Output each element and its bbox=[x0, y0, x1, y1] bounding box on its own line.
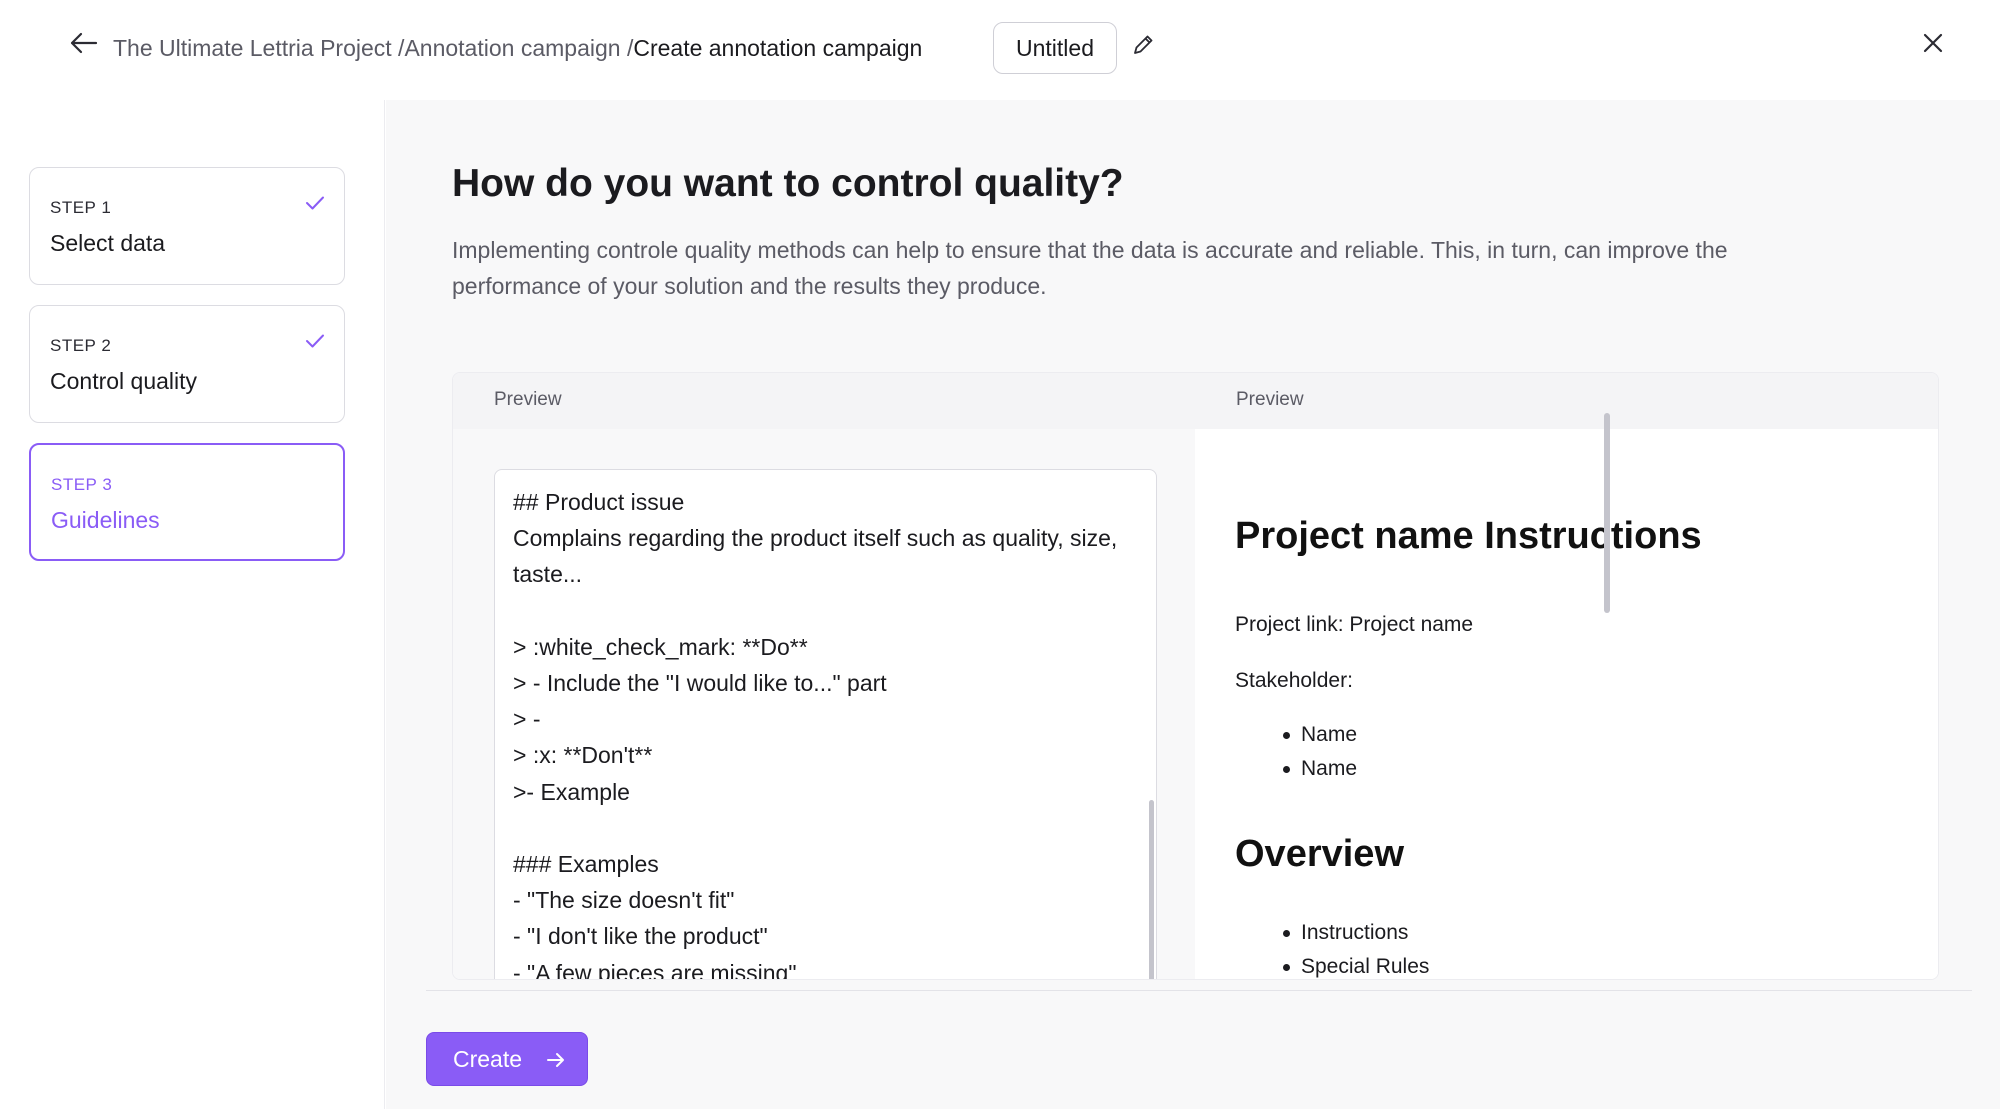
main-content: How do you want to control quality? Impl… bbox=[386, 100, 2000, 1109]
preview-scrollbar[interactable] bbox=[1604, 413, 1610, 613]
list-item: Special Rules bbox=[1235, 953, 1429, 979]
step-number: STEP 3 bbox=[51, 475, 113, 494]
check-icon bbox=[304, 194, 326, 212]
campaign-title[interactable]: Untitled bbox=[993, 22, 1117, 74]
panel-header: Preview Preview bbox=[453, 373, 1938, 429]
create-button[interactable]: Create bbox=[426, 1032, 588, 1086]
step-card-control-quality[interactable]: STEP 2 Control quality bbox=[29, 305, 345, 423]
preview-stakeholder: Stakeholder: bbox=[1235, 669, 1353, 692]
step-label: Guidelines bbox=[51, 507, 160, 533]
preview-overview-heading: Overview bbox=[1235, 833, 1404, 875]
editor-scrollbar[interactable] bbox=[1149, 800, 1154, 979]
preview-header-label: Preview bbox=[1236, 389, 1304, 410]
page-description: Implementing controle quality methods ca… bbox=[452, 237, 1728, 299]
close-icon[interactable] bbox=[1917, 27, 1949, 59]
preview-heading: Project name Instructions bbox=[1235, 515, 1702, 557]
list-item: Instructions bbox=[1235, 919, 1429, 953]
step-card-guidelines[interactable]: STEP 3 Guidelines bbox=[29, 443, 345, 561]
steps-sidebar: STEP 1 Select data STEP 2 Control qualit… bbox=[0, 100, 385, 1109]
breadcrumb-project[interactable]: The Ultimate Lettria Project / bbox=[113, 34, 404, 62]
list-item: Name bbox=[1235, 721, 1357, 755]
stakeholder-list: Name Name bbox=[1235, 721, 1357, 789]
guidelines-editor[interactable]: ## Product issue Complains regarding the… bbox=[494, 469, 1157, 979]
breadcrumb-annotation-campaign[interactable]: Annotation campaign / bbox=[404, 34, 633, 62]
editor-header-label: Preview bbox=[494, 389, 562, 410]
step-card-select-data[interactable]: STEP 1 Select data bbox=[29, 167, 345, 285]
top-bar: The Ultimate Lettria Project / Annotatio… bbox=[0, 0, 2000, 100]
create-button-label: Create bbox=[453, 1045, 523, 1072]
editor-text[interactable]: ## Product issue Complains regarding the… bbox=[513, 484, 1133, 979]
markdown-preview: Project name Instructions Project link: … bbox=[1195, 429, 1938, 979]
breadcrumb-current: Create annotation campaign bbox=[633, 35, 923, 61]
guidelines-panel: Preview Preview ## Product issue Complai… bbox=[452, 372, 1939, 980]
preview-project-link: Project link: Project name bbox=[1235, 613, 1474, 636]
list-item: Name bbox=[1235, 755, 1357, 789]
back-arrow-icon[interactable] bbox=[68, 28, 102, 58]
pencil-icon[interactable] bbox=[1128, 30, 1158, 60]
arrow-right-icon bbox=[545, 1049, 567, 1069]
page-title: How do you want to control quality? bbox=[452, 162, 1124, 205]
step-label: Select data bbox=[50, 230, 166, 256]
footer-divider bbox=[426, 990, 1972, 991]
step-number: STEP 1 bbox=[50, 198, 112, 217]
check-icon bbox=[304, 332, 326, 350]
step-number: STEP 2 bbox=[50, 336, 112, 355]
breadcrumb: The Ultimate Lettria Project / Annotatio… bbox=[113, 34, 922, 62]
editor-column: ## Product issue Complains regarding the… bbox=[453, 429, 1195, 979]
overview-list: Instructions Special Rules bbox=[1235, 919, 1429, 979]
step-label: Control quality bbox=[50, 368, 198, 394]
